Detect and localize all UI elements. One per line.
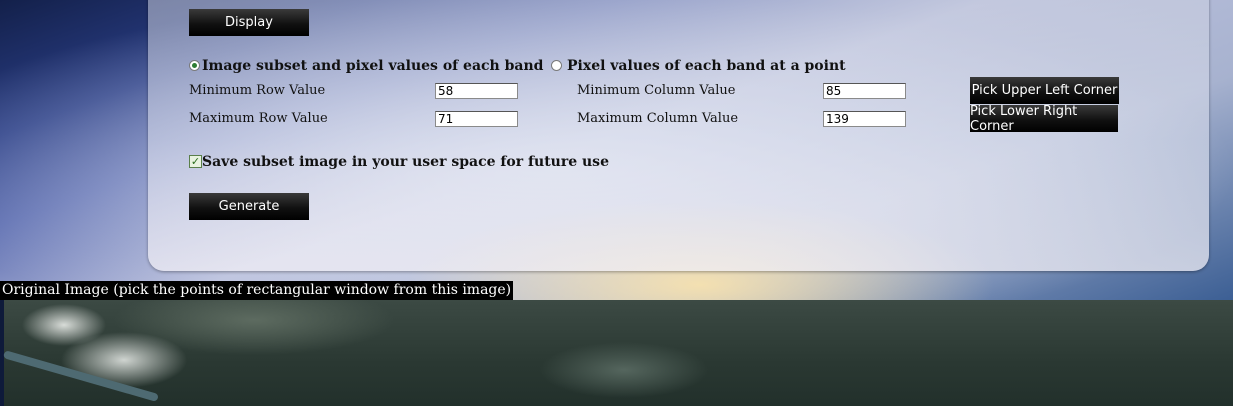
- point-mode-radio[interactable]: [551, 60, 562, 71]
- min-column-label: Minimum Column Value: [577, 83, 736, 98]
- max-row-label: Maximum Row Value: [189, 111, 328, 126]
- point-mode-label: Pixel values of each band at a point: [567, 58, 846, 74]
- max-column-input[interactable]: 139: [823, 111, 906, 127]
- max-column-label: Maximum Column Value: [577, 111, 739, 126]
- subset-mode-radio[interactable]: [189, 60, 200, 71]
- min-row-input[interactable]: 58: [435, 83, 518, 99]
- pick-lower-right-button[interactable]: Pick Lower Right Corner: [970, 104, 1118, 134]
- max-row-input[interactable]: 71: [435, 111, 518, 127]
- subset-mode-label: Image subset and pixel values of each ba…: [202, 58, 544, 74]
- min-row-label: Minimum Row Value: [189, 83, 326, 98]
- generate-button[interactable]: Generate: [189, 193, 309, 220]
- original-image-caption: Original Image (pick the points of recta…: [0, 281, 514, 300]
- original-satellite-image[interactable]: [0, 300, 1233, 406]
- pick-upper-left-button[interactable]: Pick Upper Left Corner: [970, 77, 1119, 104]
- save-subset-checkbox[interactable]: ✓: [189, 155, 202, 168]
- tool-panel: [148, 0, 1209, 271]
- display-button[interactable]: Display: [189, 9, 309, 36]
- min-column-input[interactable]: 85: [823, 83, 906, 99]
- save-subset-label: Save subset image in your user space for…: [202, 154, 609, 170]
